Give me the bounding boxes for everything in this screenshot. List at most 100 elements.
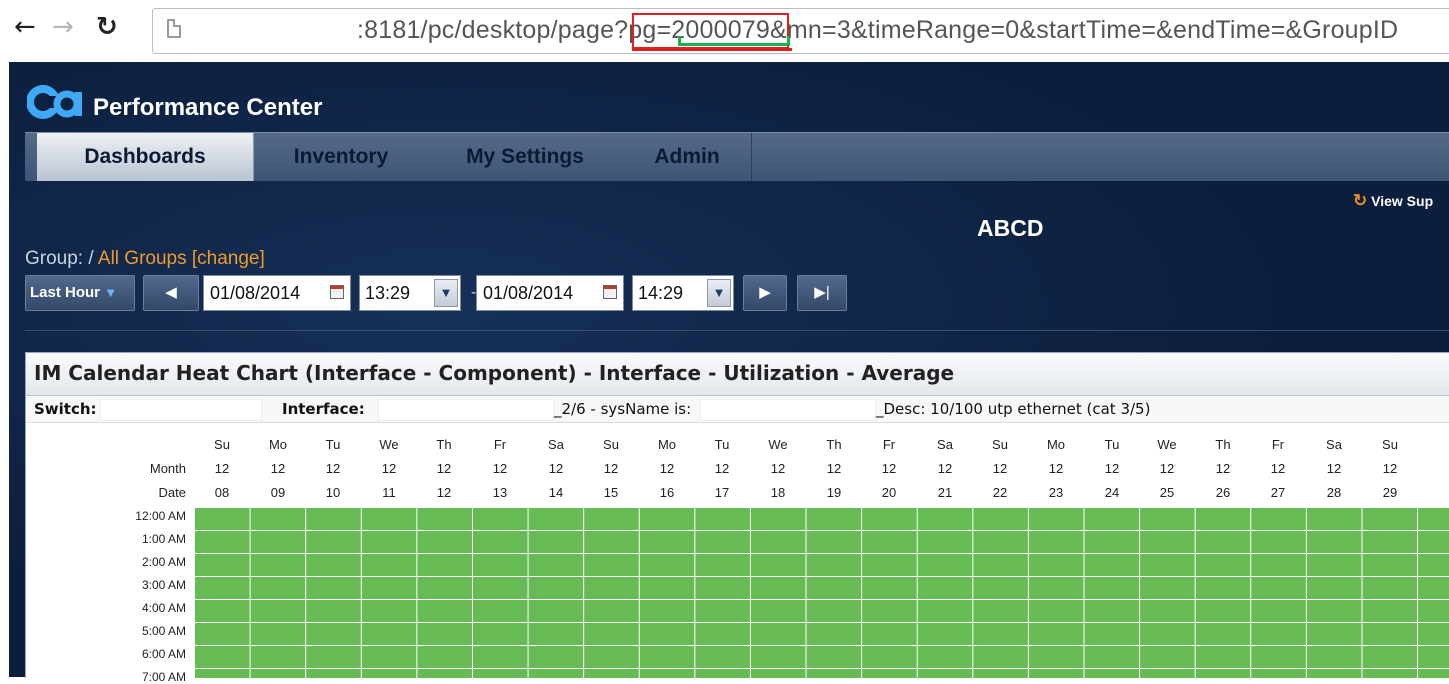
triangle-right-icon: ▶ bbox=[759, 284, 771, 301]
column-day: Fr bbox=[882, 437, 896, 452]
chevron-down-icon[interactable]: ▼ bbox=[707, 279, 731, 307]
column-date: 13 bbox=[492, 485, 508, 500]
nav-tab-admin[interactable]: Admin bbox=[623, 133, 752, 181]
next-period-button[interactable]: ▶ bbox=[743, 275, 787, 311]
annotation-red-underline bbox=[632, 48, 792, 51]
group-change-link[interactable]: [change] bbox=[192, 248, 265, 269]
column-day: Fr bbox=[1271, 437, 1285, 452]
column-day: Tu bbox=[325, 437, 341, 452]
column-day: Sa bbox=[1326, 437, 1342, 452]
end-date-field[interactable]: 01/08/2014 bbox=[476, 275, 624, 311]
column-month: 12 bbox=[492, 461, 508, 476]
column-date: 15 bbox=[603, 485, 619, 500]
column-date: 20 bbox=[881, 485, 897, 500]
column-date: 27 bbox=[1270, 485, 1286, 500]
group-label: Group: / bbox=[25, 248, 94, 269]
column-date: 29 bbox=[1382, 485, 1398, 500]
latest-period-button[interactable]: ▶| bbox=[797, 275, 847, 311]
switch-label: Switch: bbox=[34, 400, 97, 418]
calendar-icon[interactable] bbox=[330, 285, 344, 299]
page-icon bbox=[167, 19, 181, 38]
column-month: 12 bbox=[548, 461, 564, 476]
column-day: Th bbox=[1215, 437, 1231, 452]
time-range-label: Last Hour bbox=[30, 284, 101, 301]
column-day: Mo bbox=[1046, 437, 1066, 452]
view-link[interactable]: ↻ View Sup bbox=[1353, 191, 1433, 211]
column-month: 12 bbox=[381, 461, 397, 476]
column-day: Su bbox=[1382, 437, 1398, 452]
column-date: 18 bbox=[770, 485, 786, 500]
column-day: Sa bbox=[937, 437, 953, 452]
column-date: 08 bbox=[214, 485, 230, 500]
page-title: ABCD bbox=[977, 215, 1044, 241]
app-title: Performance Center bbox=[93, 94, 323, 121]
hour-label: 12:00 AM bbox=[135, 509, 186, 523]
reload-icon[interactable]: ↻ bbox=[96, 12, 118, 42]
app-window: Performance Center Dashboards Inventory … bbox=[9, 62, 1449, 684]
column-month: 12 bbox=[325, 461, 341, 476]
column-month: 12 bbox=[214, 461, 230, 476]
ca-logo bbox=[27, 85, 82, 119]
column-day: Su bbox=[992, 437, 1008, 452]
panel-title: IM Calendar Heat Chart (Interface - Comp… bbox=[34, 361, 955, 385]
column-date: 24 bbox=[1104, 485, 1120, 500]
nav-tab-my-settings[interactable]: My Settings bbox=[435, 133, 615, 181]
column-month: 12 bbox=[770, 461, 786, 476]
column-day: Mo bbox=[268, 437, 288, 452]
column-day: Mo bbox=[657, 437, 677, 452]
chevron-down-icon[interactable]: ▼ bbox=[434, 279, 458, 307]
column-date: 19 bbox=[826, 485, 842, 500]
browser-toolbar: ← → ↻ :8181/pc/desktop/page?pg=2000079&m… bbox=[0, 0, 1449, 62]
address-bar[interactable]: :8181/pc/desktop/page?pg=2000079&mn=3&ti… bbox=[152, 8, 1449, 54]
url-text[interactable]: :8181/pc/desktop/page?pg=2000079&mn=3&ti… bbox=[357, 16, 1398, 45]
hour-label: 4:00 AM bbox=[141, 601, 186, 615]
column-month: 12 bbox=[826, 461, 842, 476]
annotation-green-bracket bbox=[678, 36, 790, 46]
column-date: 22 bbox=[992, 485, 1008, 500]
hour-label: 1:00 AM bbox=[141, 532, 186, 546]
start-date-value: 01/08/2014 bbox=[210, 283, 301, 303]
month-row-label: Month bbox=[149, 461, 186, 476]
main-nav: Dashboards Inventory My Settings Admin bbox=[25, 132, 1449, 181]
end-time-select[interactable]: 14:29 ▼ bbox=[632, 275, 734, 311]
start-time-value: 13:29 bbox=[365, 283, 411, 303]
end-date-value: 01/08/2014 bbox=[483, 283, 574, 303]
column-month: 12 bbox=[1104, 461, 1120, 476]
heat-grid bbox=[194, 507, 1449, 678]
divider bbox=[25, 330, 1449, 331]
back-arrow-icon[interactable]: ← bbox=[14, 12, 36, 42]
column-month: 12 bbox=[1159, 461, 1175, 476]
time-range-dropdown[interactable]: Last Hour ▼ bbox=[25, 275, 135, 311]
column-date: 09 bbox=[270, 485, 286, 500]
heat-chart-panel: IM Calendar Heat Chart (Interface - Comp… bbox=[25, 352, 1449, 684]
nav-tab-dashboards[interactable]: Dashboards bbox=[37, 133, 254, 181]
desc-text: _Desc: 10/100 utp ethernet (cat 3/5) bbox=[876, 400, 1151, 418]
hour-label: 3:00 AM bbox=[141, 578, 186, 592]
calendar-icon[interactable] bbox=[603, 285, 617, 299]
start-date-field[interactable]: 01/08/2014 bbox=[203, 275, 351, 311]
column-day: Su bbox=[214, 437, 230, 452]
calendar-header: Month Date Su 12 08 Mo 12 09 Tu 12 10 We 12 11 Th 12 1… bbox=[26, 423, 1449, 503]
column-date: 12 bbox=[436, 485, 452, 500]
column-day: We bbox=[1157, 437, 1177, 452]
previous-period-button[interactable]: ◀ bbox=[143, 275, 199, 311]
column-month: 12 bbox=[603, 461, 619, 476]
column-date: 10 bbox=[325, 485, 341, 500]
forward-arrow-icon[interactable]: → bbox=[52, 12, 74, 42]
column-month: 12 bbox=[937, 461, 953, 476]
group-value-link[interactable]: All Groups bbox=[98, 248, 187, 269]
column-month: 12 bbox=[1048, 461, 1064, 476]
column-month: 12 bbox=[714, 461, 730, 476]
column-date: 28 bbox=[1326, 485, 1342, 500]
column-date: 11 bbox=[382, 485, 396, 500]
column-date: 14 bbox=[548, 485, 564, 500]
start-time-select[interactable]: 13:29 ▼ bbox=[359, 275, 461, 311]
dropdown-triangle-icon: ▼ bbox=[104, 285, 118, 300]
hour-label: 6:00 AM bbox=[141, 647, 186, 661]
refresh-icon: ↻ bbox=[1353, 191, 1368, 210]
hour-label: 5:00 AM bbox=[141, 624, 186, 638]
column-month: 12 bbox=[659, 461, 675, 476]
chart-info-row: Switch: Interface: _2/6 - sysName is: _D… bbox=[26, 396, 1449, 423]
column-day: Th bbox=[436, 437, 452, 452]
nav-tab-inventory[interactable]: Inventory bbox=[257, 133, 425, 181]
